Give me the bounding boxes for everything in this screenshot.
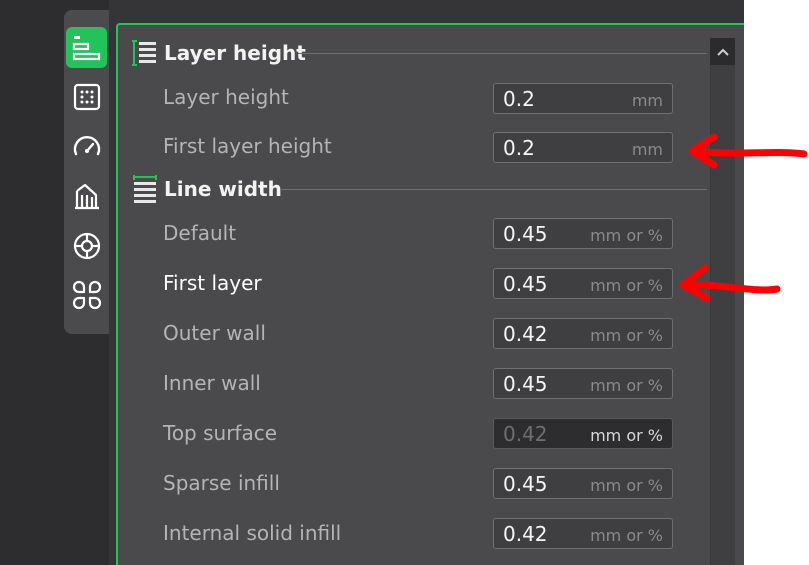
row-label-internal-solid-infill: Internal solid infill (163, 521, 342, 545)
row-label-outer-wall: Outer wall (163, 321, 266, 345)
chevron-up-icon (716, 48, 729, 56)
input-value: 0.45 (503, 222, 548, 246)
row-label-first-layer-height: First layer height (163, 134, 332, 158)
row-label-first-layer: First layer (163, 271, 262, 295)
input-unit: mm or % (590, 426, 663, 445)
input-unit: mm or % (590, 476, 663, 495)
input-unit: mm (631, 140, 663, 159)
scroll-up-button[interactable] (710, 38, 735, 65)
settings-sidebar (64, 10, 109, 334)
strength-icon (73, 83, 100, 110)
row-label-layer-height: Layer height (163, 85, 289, 109)
sparse-infill-line-width-input[interactable]: 0.45 mm or % (493, 468, 673, 499)
section-title: Line width (164, 177, 282, 201)
row-label-sparse-infill: Sparse infill (163, 471, 280, 495)
outer-wall-line-width-input[interactable]: 0.42 mm or % (493, 318, 673, 349)
input-unit: mm or % (590, 276, 663, 295)
section-divider (298, 53, 707, 54)
tab-multimaterial[interactable] (66, 225, 107, 266)
tab-support[interactable] (66, 175, 107, 216)
row-label-default: Default (163, 221, 237, 245)
tab-quality[interactable] (66, 27, 107, 68)
input-value: 0.42 (503, 322, 548, 346)
input-value: 0.2 (503, 136, 535, 160)
section-layer-height: Layer height (132, 38, 306, 68)
input-value: 0.42 (503, 522, 548, 546)
section-divider (280, 189, 707, 190)
first-layer-height-input[interactable]: 0.2 mm (493, 132, 673, 163)
input-value: 0.45 (503, 272, 548, 296)
first-layer-line-width-input[interactable]: 0.45 mm or % (493, 268, 673, 299)
annotation-arrow-icon (679, 264, 781, 302)
section-line-width: Line width (132, 174, 282, 204)
internal-solid-infill-line-width-input[interactable]: 0.42 mm or % (493, 518, 673, 549)
top-surface-line-width-input[interactable]: 0.42 mm or % (493, 418, 673, 449)
input-value: 0.42 (503, 422, 548, 446)
tab-strength[interactable] (66, 76, 107, 117)
row-label-top-surface: Top surface (163, 421, 278, 445)
input-unit: mm or % (590, 326, 663, 345)
annotation-arrow-icon (688, 133, 808, 169)
layer-height-input[interactable]: 0.2 mm (493, 83, 673, 114)
section-title: Layer height (164, 41, 306, 65)
support-icon (74, 183, 99, 209)
line-width-icon (133, 175, 157, 203)
row-label-inner-wall: Inner wall (163, 371, 261, 395)
input-value: 0.2 (503, 87, 535, 111)
multimaterial-icon (73, 232, 100, 259)
input-unit: mm or % (590, 526, 663, 545)
quality-icon (72, 35, 100, 60)
layer-height-icon (132, 40, 156, 66)
input-unit: mm (631, 91, 663, 110)
input-value: 0.45 (503, 472, 548, 496)
tab-others[interactable] (66, 274, 107, 315)
input-value: 0.45 (503, 372, 548, 396)
others-icon (72, 280, 101, 309)
input-unit: mm or % (590, 376, 663, 395)
default-line-width-input[interactable]: 0.45 mm or % (493, 218, 673, 249)
tab-speed[interactable] (66, 126, 107, 167)
input-unit: mm or % (590, 226, 663, 245)
inner-wall-line-width-input[interactable]: 0.45 mm or % (493, 368, 673, 399)
speed-icon (73, 135, 100, 155)
